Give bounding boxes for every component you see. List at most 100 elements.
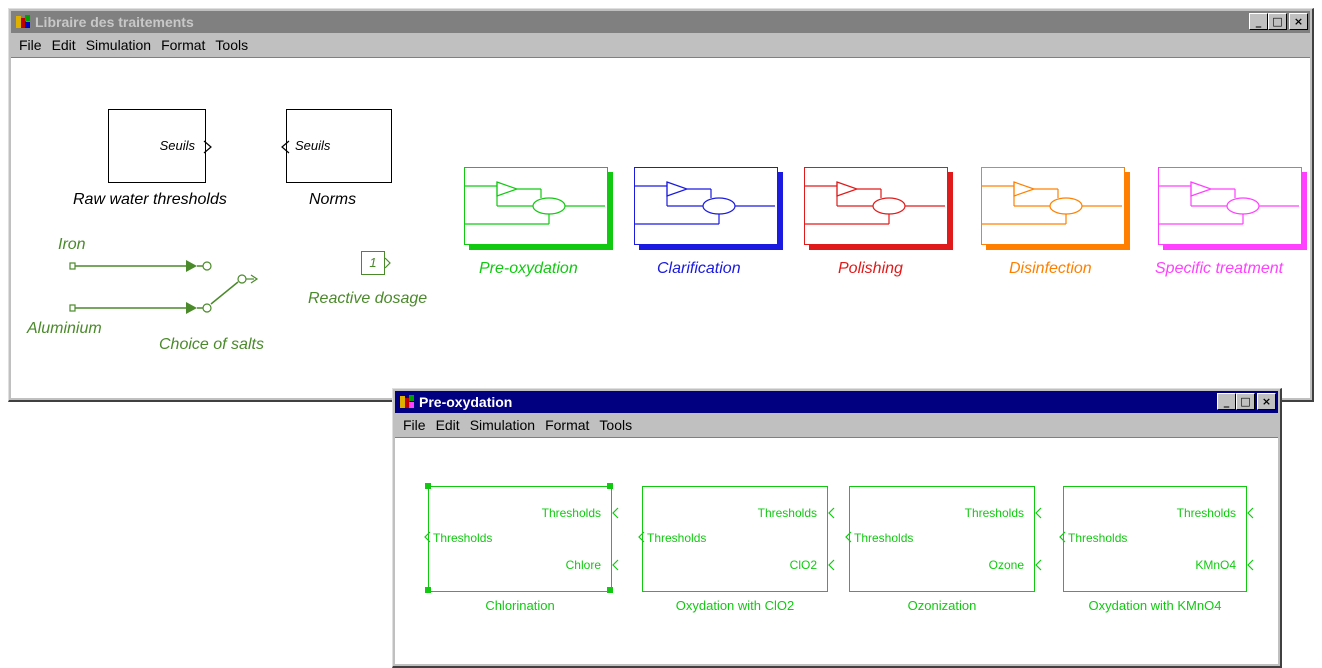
norms-caption: Norms — [309, 191, 357, 208]
salt-switch-diagram[interactable] — [66, 258, 266, 328]
input-port-icon — [1059, 531, 1066, 543]
treatment-block-clarification[interactable] — [634, 167, 783, 250]
treatment-box — [634, 167, 778, 245]
output-port-icon — [828, 559, 835, 571]
treatment-schematic-icon — [805, 181, 945, 225]
treatment-schematic-icon — [982, 181, 1122, 225]
treatment-schematic-icon — [465, 181, 605, 225]
maximize-button[interactable]: □ — [1268, 13, 1287, 30]
oxidation-block-caption: Oxydation with ClO2 — [675, 598, 795, 613]
menu-file[interactable]: File — [19, 37, 42, 53]
raw-water-thresholds-block[interactable]: Seuils — [108, 109, 212, 183]
close-button[interactable]: × — [1289, 13, 1308, 30]
menu-format[interactable]: Format — [545, 417, 589, 433]
minimize-button[interactable]: _ — [1249, 13, 1268, 30]
input-label: Thresholds — [854, 531, 914, 545]
input-port-icon — [424, 531, 431, 543]
treatment-caption: Polishing — [838, 260, 903, 277]
output-label-thresholds: Thresholds — [1176, 506, 1236, 520]
input-label: Thresholds — [647, 531, 707, 545]
selection-handle[interactable] — [607, 483, 613, 489]
library-window: Libraire des traitements _ □ × File Edit… — [8, 8, 1314, 402]
pre-oxydation-menubar: File Edit Simulation Format Tools — [395, 413, 1278, 438]
output-port-icon — [1247, 559, 1254, 571]
output-port-icon — [203, 140, 212, 154]
maximize-button[interactable]: □ — [1236, 393, 1255, 410]
oxidation-block[interactable]: Thresholds Thresholds KMnO4 — [1059, 486, 1254, 592]
norms-block[interactable]: Seuils — [281, 109, 392, 183]
input-port-icon — [281, 140, 290, 154]
raw-water-caption: Raw water thresholds — [73, 191, 227, 208]
library-title: Libraire des traitements — [35, 14, 194, 30]
norms-port-label: Seuils — [295, 138, 331, 153]
selection-handle[interactable] — [425, 587, 431, 593]
output-port-icon — [1035, 559, 1042, 571]
pre-oxydation-canvas: Thresholds Thresholds Chlore Chlorinatio… — [395, 438, 1278, 664]
output-label-product: Chlore — [565, 558, 601, 572]
output-port-icon — [384, 257, 391, 269]
input-port-icon — [638, 531, 645, 543]
output-port-icon — [612, 559, 619, 571]
minimize-button[interactable]: _ — [1217, 393, 1236, 410]
selection-handle[interactable] — [425, 483, 431, 489]
output-label-product: KMnO4 — [1195, 558, 1236, 572]
treatment-block-pre-oxydation[interactable] — [464, 167, 613, 250]
menu-edit[interactable]: Edit — [52, 37, 76, 53]
menu-edit[interactable]: Edit — [436, 417, 460, 433]
menu-simulation[interactable]: Simulation — [470, 417, 535, 433]
menu-file[interactable]: File — [403, 417, 426, 433]
output-port-icon — [828, 507, 835, 519]
iron-label: Iron — [58, 236, 86, 253]
output-label-product: ClO2 — [789, 558, 817, 572]
selection-handle[interactable] — [607, 587, 613, 593]
raw-water-port-label: Seuils — [159, 138, 195, 153]
menu-tools[interactable]: Tools — [599, 417, 632, 433]
output-port-icon — [1035, 507, 1042, 519]
library-canvas: Seuils Raw water thresholds Seuils Norms… — [11, 58, 1310, 398]
menu-simulation[interactable]: Simulation — [86, 37, 151, 53]
reactive-dosage-block[interactable]: 1 — [361, 251, 391, 275]
choice-of-salts-label: Choice of salts — [159, 336, 264, 353]
output-port-icon — [1247, 507, 1254, 519]
treatment-caption: Specific treatment — [1155, 260, 1284, 277]
treatment-schematic-icon — [1159, 181, 1299, 225]
treatment-block-specific-treatment[interactable] — [1158, 167, 1307, 250]
treatment-caption: Clarification — [657, 260, 741, 277]
output-label-thresholds: Thresholds — [964, 506, 1024, 520]
oxidation-block[interactable]: Thresholds Thresholds Chlore — [424, 483, 619, 593]
treatment-box — [464, 167, 608, 245]
oxidation-block-caption: Oxydation with KMnO4 — [1088, 598, 1222, 613]
oxidation-block-caption: Chlorination — [485, 598, 555, 613]
oxidation-block[interactable]: Thresholds Thresholds ClO2 — [638, 486, 835, 592]
treatment-box — [804, 167, 948, 245]
treatment-block-polishing[interactable] — [804, 167, 953, 250]
oxidation-block-caption: Ozonization — [907, 598, 977, 613]
treatment-box — [1158, 167, 1302, 245]
library-titlebar[interactable]: Libraire des traitements _ □ × — [11, 11, 1310, 33]
pre-oxydation-titlebar[interactable]: Pre-oxydation _ □ × — [395, 391, 1278, 413]
output-label-product: Ozone — [988, 558, 1024, 572]
library-menubar: File Edit Simulation Format Tools — [11, 33, 1310, 58]
treatment-caption: Pre-oxydation — [479, 260, 578, 277]
aluminium-label: Aluminium — [27, 320, 102, 337]
menu-format[interactable]: Format — [161, 37, 205, 53]
pre-oxydation-title: Pre-oxydation — [419, 394, 513, 410]
treatment-box — [981, 167, 1125, 245]
oxidation-block[interactable]: Thresholds Thresholds Ozone — [845, 486, 1042, 592]
output-port-icon — [612, 507, 619, 519]
input-label: Thresholds — [1068, 531, 1128, 545]
input-label: Thresholds — [433, 531, 493, 545]
output-label-thresholds: Thresholds — [541, 506, 601, 520]
input-port-icon — [845, 531, 852, 543]
menu-tools[interactable]: Tools — [215, 37, 248, 53]
treatment-block-disinfection[interactable] — [981, 167, 1130, 250]
app-icon — [15, 14, 31, 30]
close-button[interactable]: × — [1257, 393, 1276, 410]
pre-oxydation-window: Pre-oxydation _ □ × File Edit Simulation… — [392, 388, 1282, 668]
output-label-thresholds: Thresholds — [757, 506, 817, 520]
reactive-value: 1 — [369, 255, 377, 270]
app-icon — [399, 394, 415, 410]
treatment-caption: Disinfection — [1009, 260, 1092, 277]
reactive-dosage-caption: Reactive dosage — [308, 290, 428, 307]
treatment-schematic-icon — [635, 181, 775, 225]
